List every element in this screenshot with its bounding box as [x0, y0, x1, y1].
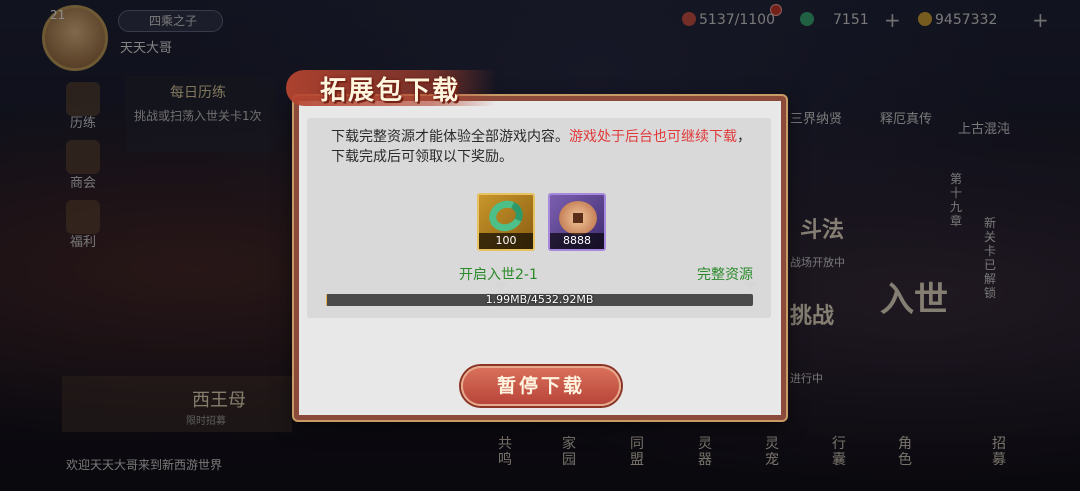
milestone-left-label: 开启入世2-1 — [459, 267, 538, 283]
milestone-left-marker — [494, 282, 508, 290]
milestone-right-marker — [744, 282, 758, 290]
pause-download-button[interactable]: 暂停下载 — [461, 366, 621, 406]
copper-coin-icon — [559, 201, 597, 235]
dialog-title-banner: 拓展包下载 — [286, 66, 496, 110]
reward-qty: 8888 — [550, 233, 604, 249]
milestone-right-label: 完整资源 — [697, 267, 753, 283]
reward-coin[interactable]: 8888 — [548, 193, 606, 251]
desc-highlight: 游戏处于后台也可继续下载 — [569, 129, 737, 145]
download-progress-text: 1.99MB/4532.92MB — [485, 293, 594, 306]
dialog-description: 下载完整资源才能体验全部游戏内容。游戏处于后台也可继续下载，下载完成后可领取以下… — [331, 127, 756, 167]
reward-qty: 100 — [479, 233, 533, 249]
reward-jade[interactable]: 100 — [477, 193, 535, 251]
desc-normal: 下载完整资源才能体验全部游戏内容。 — [331, 129, 569, 145]
dialog-title: 拓展包下载 — [320, 76, 461, 106]
jade-ring-icon — [484, 196, 528, 236]
